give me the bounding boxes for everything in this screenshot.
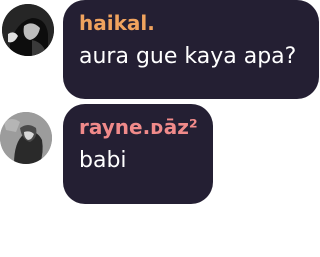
message-text: babi — [79, 148, 127, 173]
author-name[interactable]: haikal. — [79, 11, 301, 35]
avatar-rayne[interactable] — [0, 112, 52, 164]
message-bubble[interactable]: rayne.ᴅāz² babi — [63, 104, 213, 204]
avatar-photo-icon — [0, 112, 52, 164]
author-name[interactable]: rayne.ᴅāz² — [79, 115, 198, 139]
chat-thread: haikal. aura gue kaya apa? rayne.ᴅāz² ba… — [0, 0, 320, 257]
chat-message: rayne.ᴅāz² babi — [0, 104, 213, 204]
avatar-haikal[interactable] — [2, 4, 54, 56]
avatar-photo-icon — [2, 4, 54, 56]
message-bubble[interactable]: haikal. aura gue kaya apa? — [63, 0, 319, 99]
message-text: aura gue kaya apa? — [79, 44, 297, 69]
chat-message: haikal. aura gue kaya apa? — [0, 0, 319, 99]
